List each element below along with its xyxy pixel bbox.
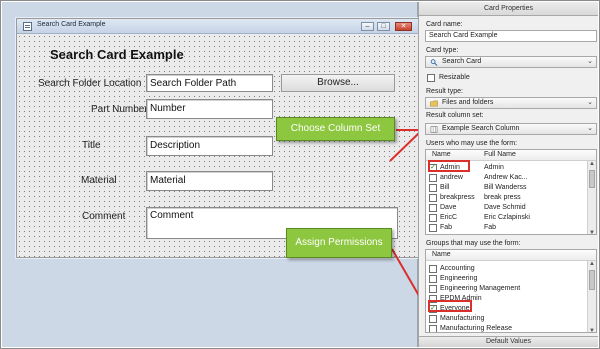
scroll-down-icon[interactable]: ▼ xyxy=(588,230,596,234)
users-fullname-column[interactable]: Full Name xyxy=(484,151,516,158)
user-name: Fab xyxy=(440,224,453,231)
scroll-up-icon[interactable]: ▲ xyxy=(588,161,596,167)
users-name-column[interactable]: Name xyxy=(432,151,451,158)
result-type-value: Files and folders xyxy=(442,99,494,106)
group-row[interactable]: Accounting xyxy=(426,264,588,274)
user-row[interactable]: Bill Bill Wanderss xyxy=(426,183,588,193)
default-values-bar[interactable]: Default Values xyxy=(419,336,598,347)
folder-icon xyxy=(430,100,438,107)
scroll-down-icon[interactable]: ▼ xyxy=(588,328,596,332)
group-name: Engineering xyxy=(440,275,478,282)
card-name-label: Card name: xyxy=(426,21,463,28)
card-name-input[interactable]: Search Card Example xyxy=(425,30,597,42)
part-number-label: Part Number xyxy=(91,104,148,115)
user-full-name: Andrew Kac... xyxy=(484,174,528,181)
user-row[interactable]: Dave Dave Schmid xyxy=(426,203,588,213)
maximize-button[interactable]: □ xyxy=(377,22,390,31)
user-full-name: Fab xyxy=(484,224,497,231)
group-checkbox[interactable] xyxy=(429,275,437,283)
card-properties-panel: Card Properties Card name: Search Card E… xyxy=(418,2,598,347)
card-type-label: Card type: xyxy=(426,47,459,54)
user-checkbox[interactable] xyxy=(429,204,437,212)
groups-list-label: Groups that may use the form: xyxy=(426,240,521,247)
admin-highlight-box xyxy=(428,160,470,172)
chevron-down-icon: ⌄ xyxy=(587,58,593,65)
user-checkbox[interactable] xyxy=(429,214,437,222)
result-type-label: Result type: xyxy=(426,88,463,95)
card-window-titlebar: Search Card Example – □ ✕ xyxy=(17,19,419,34)
group-name: Manufacturing Release xyxy=(440,325,512,332)
material-label: Material xyxy=(81,175,117,186)
result-column-set-label: Result column set: xyxy=(426,112,484,119)
material-field[interactable]: Material xyxy=(146,171,273,191)
scroll-up-icon[interactable]: ▲ xyxy=(588,261,596,267)
user-checkbox[interactable] xyxy=(429,224,437,232)
user-row[interactable]: EricC Eric Czlapinski xyxy=(426,213,588,223)
groups-list-header: Name xyxy=(426,250,596,261)
result-column-set-select[interactable]: Example Search Column ⌄ xyxy=(425,123,597,135)
card-window-icon xyxy=(23,22,32,31)
group-checkbox[interactable] xyxy=(429,265,437,273)
user-full-name: Eric Czlapinski xyxy=(484,214,530,221)
groups-scroll-thumb[interactable] xyxy=(589,270,595,290)
group-name: Accounting xyxy=(440,265,475,272)
assign-permissions-callout: Assign Permissions xyxy=(286,228,392,258)
comment-label: Comment xyxy=(82,211,126,222)
card-type-select[interactable]: Search Card ⌄ xyxy=(425,56,597,68)
user-checkbox[interactable] xyxy=(429,184,437,192)
group-row[interactable]: Engineering xyxy=(426,274,588,284)
search-folder-location-label: Search Folder Location xyxy=(38,78,142,89)
user-name: Bill xyxy=(440,184,450,191)
group-checkbox[interactable] xyxy=(429,325,437,332)
users-scrollbar[interactable]: ▲ ▼ xyxy=(587,161,596,234)
group-row[interactable]: Manufacturing xyxy=(426,314,588,324)
resizable-label: Resizable xyxy=(439,74,470,81)
form-title: Search Card Example xyxy=(50,47,184,62)
user-row[interactable]: Fab Fab xyxy=(426,223,588,233)
user-checkbox[interactable] xyxy=(429,174,437,182)
search-icon xyxy=(430,59,438,66)
part-number-field[interactable]: Number xyxy=(146,99,273,119)
close-button[interactable]: ✕ xyxy=(395,22,412,31)
browse-button[interactable]: Browse... xyxy=(281,74,395,92)
group-checkbox[interactable] xyxy=(429,315,437,323)
group-row[interactable]: Engineering Management xyxy=(426,284,588,294)
user-name: Dave xyxy=(440,204,457,211)
group-checkbox[interactable] xyxy=(429,285,437,293)
column-set-icon xyxy=(430,126,438,133)
users-list-label: Users who may use the form: xyxy=(426,140,518,147)
user-full-name: break press xyxy=(484,194,521,201)
panel-header: Card Properties xyxy=(419,2,598,16)
user-name: breakpress xyxy=(440,194,475,201)
card-type-value: Search Card xyxy=(442,58,482,65)
card-window-title: Search Card Example xyxy=(37,21,106,28)
chevron-down-icon: ⌄ xyxy=(587,125,593,132)
choose-column-set-callout: Choose Column Set xyxy=(276,117,395,141)
user-row[interactable]: breakpress break press xyxy=(426,193,588,203)
group-row[interactable]: Manufacturing Release xyxy=(426,324,588,332)
groups-name-column[interactable]: Name xyxy=(432,251,451,258)
result-column-set-value: Example Search Column xyxy=(442,125,520,132)
groups-list[interactable]: Name Accounting Engineering Engineering … xyxy=(425,249,597,333)
user-checkbox[interactable] xyxy=(429,194,437,202)
everyone-highlight-box xyxy=(428,300,472,312)
group-name: Manufacturing xyxy=(440,315,485,322)
group-name: Engineering Management xyxy=(440,285,521,292)
title-field[interactable]: Description xyxy=(146,136,273,156)
user-full-name: Admin xyxy=(484,164,504,171)
user-row[interactable]: andrew Andrew Kac... xyxy=(426,173,588,183)
user-name: EricC xyxy=(440,214,458,221)
title-label: Title xyxy=(82,140,101,151)
user-full-name: Bill Wanderss xyxy=(484,184,527,191)
users-scroll-thumb[interactable] xyxy=(589,170,595,188)
search-folder-path-field[interactable]: Search Folder Path xyxy=(146,74,273,92)
minimize-button[interactable]: – xyxy=(361,22,374,31)
user-name: andrew xyxy=(440,174,463,181)
result-type-select[interactable]: Files and folders ⌄ xyxy=(425,97,597,109)
design-workspace: Search Card Example – □ ✕ Search Card Ex… xyxy=(2,2,420,347)
groups-scrollbar[interactable]: ▲ ▼ xyxy=(587,261,596,332)
resizable-checkbox[interactable] xyxy=(427,74,435,82)
user-full-name: Dave Schmid xyxy=(484,204,526,211)
chevron-down-icon: ⌄ xyxy=(587,99,593,106)
